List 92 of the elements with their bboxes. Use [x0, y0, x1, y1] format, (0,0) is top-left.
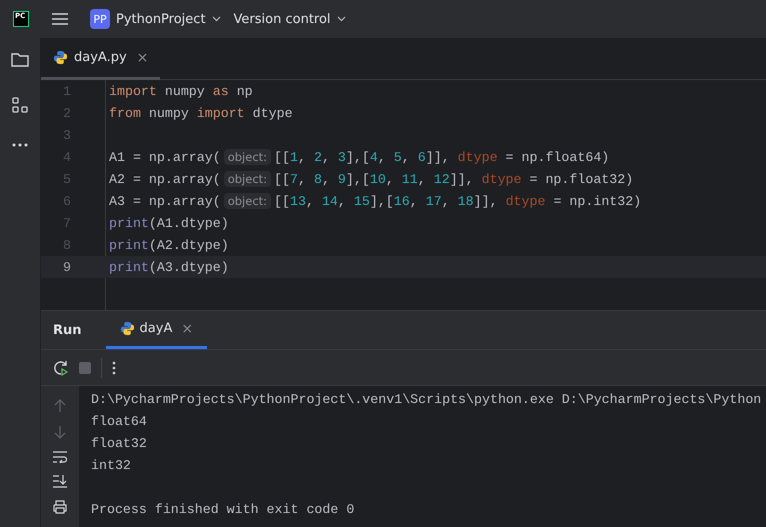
folder-icon[interactable]	[11, 52, 29, 67]
code-token: 5	[394, 150, 402, 164]
console-output-line: float64	[91, 414, 147, 429]
code-token: [[	[274, 172, 290, 186]
code-token: 10	[370, 172, 386, 186]
code-token: 13	[290, 194, 306, 208]
code-token: ,	[322, 150, 331, 164]
code-token: 11	[402, 172, 418, 186]
code-token: as	[212, 84, 229, 98]
inlay-hint: object:	[224, 171, 272, 187]
code-token: ]],	[474, 194, 499, 208]
structure-icon[interactable]	[12, 97, 28, 113]
code-token: dtype	[506, 194, 546, 208]
chevron-down-icon	[336, 16, 346, 22]
code-token: (A1.dtype)	[148, 216, 229, 230]
close-tab-button[interactable]: ×	[181, 320, 194, 336]
code-token: 9	[338, 172, 346, 186]
more-icon[interactable]	[112, 360, 116, 374]
code-token: = np.float32)	[528, 172, 634, 186]
console-output-line: float32	[91, 436, 147, 451]
tab-label: dayA.py	[74, 50, 127, 65]
code-token: numpy	[148, 106, 190, 120]
code-token: 7	[290, 172, 298, 186]
code-token: ,	[410, 194, 419, 208]
version-control-dropdown[interactable]: Version control	[234, 12, 359, 26]
code-token: ,	[442, 194, 451, 208]
code-token: A3 = np.array(	[109, 194, 221, 208]
python-icon	[120, 321, 135, 336]
soft-wrap-icon[interactable]	[53, 451, 67, 463]
code-token: A2 = np.array(	[109, 172, 221, 186]
code-token: [[	[274, 194, 290, 208]
menu-icon[interactable]	[52, 13, 68, 25]
line-number: 9	[62, 260, 71, 274]
chevron-down-icon	[212, 16, 221, 22]
code-token: numpy	[164, 84, 206, 98]
more-icon[interactable]	[12, 143, 28, 147]
code-token: 8	[314, 172, 322, 186]
code-token: import	[196, 106, 245, 120]
code-token: np	[236, 84, 253, 98]
code-token: dtype	[252, 106, 293, 120]
code-token: dtype	[482, 172, 522, 186]
code-token: ],[	[370, 194, 394, 208]
code-token: 15	[354, 194, 370, 208]
code-token: [[	[274, 150, 290, 164]
run-panel-title: Run	[53, 322, 82, 338]
code-token: dtype	[458, 150, 498, 164]
code-token: print	[109, 260, 149, 274]
code-token: 6	[418, 150, 426, 164]
code-token: ,	[298, 150, 307, 164]
code-token: = np.float64)	[504, 150, 610, 164]
code-token: from	[109, 106, 141, 120]
code-token: import	[109, 84, 157, 98]
code-token: = np.int32)	[552, 194, 642, 208]
code-token: print	[109, 216, 149, 230]
code-token: 12	[434, 172, 450, 186]
close-tab-button[interactable]: ×	[136, 50, 148, 66]
code-token: print	[109, 238, 149, 252]
project-badge: PP	[90, 9, 110, 29]
code-token: ,	[322, 172, 331, 186]
code-token: ]],	[426, 150, 451, 164]
code-token: 16	[394, 194, 410, 208]
code-token: ,	[378, 150, 387, 164]
code-token: ,	[338, 194, 347, 208]
code-token: ],[	[346, 172, 370, 186]
print-icon[interactable]	[53, 500, 67, 514]
project-dropdown[interactable]: PythonProject	[116, 12, 234, 26]
code-token: 14	[322, 194, 338, 208]
code-token: ,	[386, 172, 395, 186]
rerun-icon[interactable]	[53, 360, 69, 376]
code-token: (A3.dtype)	[148, 260, 229, 274]
code-token: 1	[290, 150, 298, 164]
code-token: ,	[418, 172, 427, 186]
code-token: ]],	[450, 172, 475, 186]
code-token: 3	[338, 150, 346, 164]
tab-label: dayA	[140, 321, 172, 336]
code-token: 18	[458, 194, 474, 208]
console-output-line: int32	[91, 458, 131, 473]
code-token: 17	[426, 194, 442, 208]
inlay-hint: object:	[224, 149, 272, 165]
code-token: (A2.dtype)	[148, 238, 229, 252]
code-token: ,	[298, 172, 307, 186]
code-token: ,	[402, 150, 411, 164]
code-token: 2	[314, 150, 322, 164]
scroll-to-end-icon[interactable]	[53, 475, 67, 488]
console-output-line: Process finished with exit code 0	[91, 502, 354, 517]
code-token: A1 = np.array(	[109, 150, 221, 164]
console-output-line: D:\PycharmProjects\PythonProject\.venv1\Scripts\python.exe D:\PycharmProjects\Python	[91, 392, 762, 407]
python-icon	[53, 50, 68, 65]
code-token: 4	[370, 150, 378, 164]
inlay-hint: object:	[224, 193, 272, 209]
code-token: ],[	[346, 150, 370, 164]
code-token: ,	[306, 194, 315, 208]
